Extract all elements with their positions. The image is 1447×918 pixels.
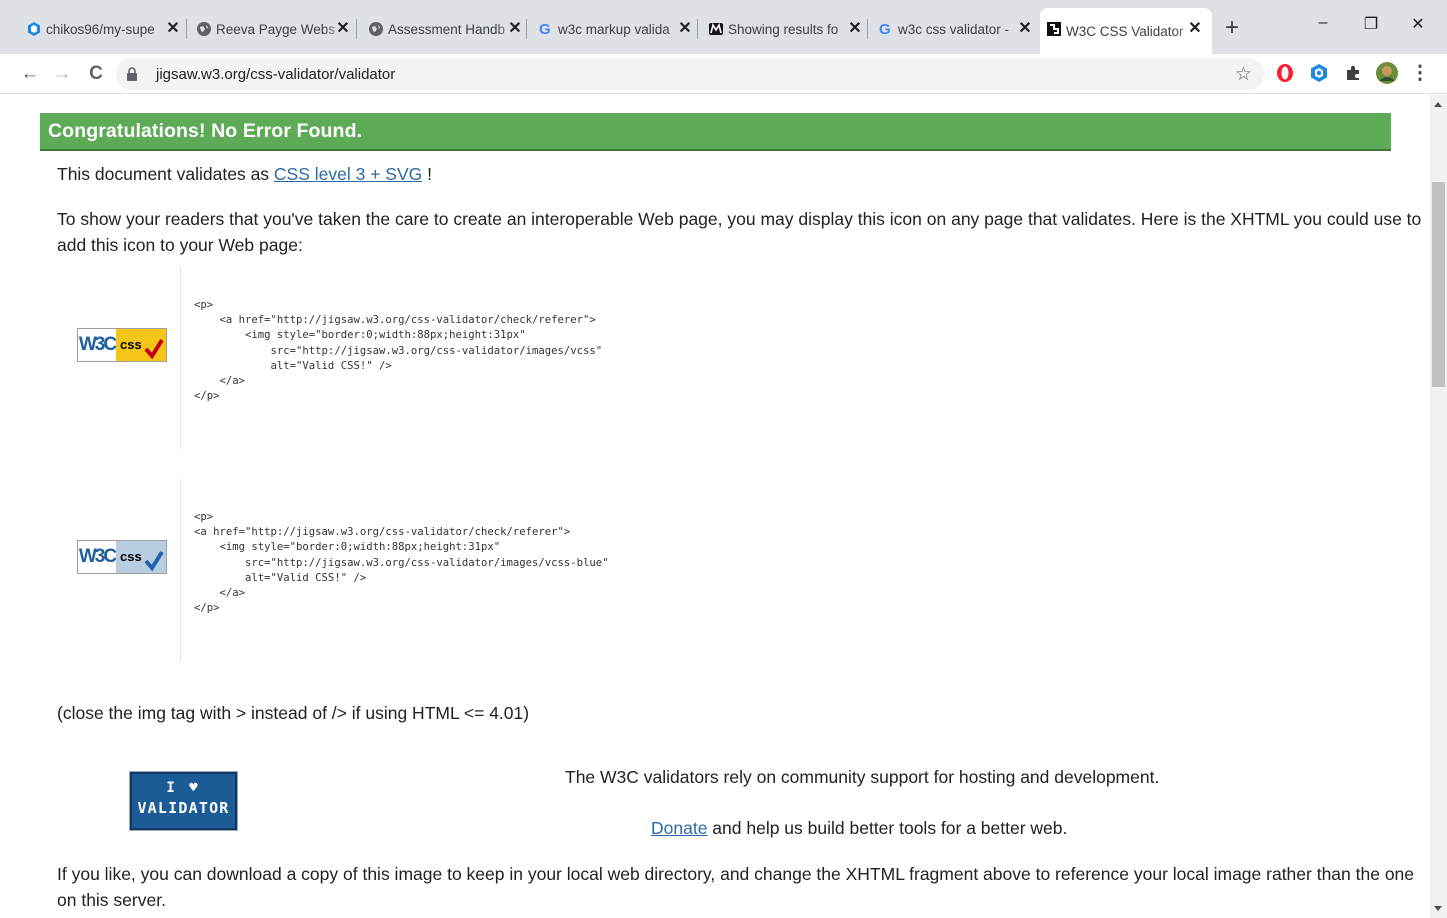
url-text[interactable]: jigsaw.w3.org/css-validator/validator — [156, 66, 395, 83]
css-badge-panel: css — [116, 329, 166, 361]
close-tab-icon[interactable]: ✕ — [846, 20, 864, 38]
bookmark-star-icon[interactable]: ☆ — [1235, 63, 1252, 86]
tab-label: Assessment Handb — [388, 21, 506, 37]
w3c-icon — [1046, 21, 1062, 37]
back-button[interactable]: ← — [18, 62, 42, 86]
tab-separator — [526, 19, 527, 39]
tab-label: w3c css validator - — [898, 21, 1010, 37]
minimize-button[interactable]: – — [1308, 14, 1338, 40]
lock-icon — [126, 67, 138, 81]
iloval-line2: VALIDATOR — [137, 799, 230, 817]
donate-suffix: and help us build better tools for a bet… — [707, 818, 1068, 838]
tab-css-validator-search[interactable]: G w3c css validator - ✕ — [872, 12, 1042, 46]
hex-extension-icon[interactable] — [1308, 62, 1330, 84]
code-block-gold: <p> <a href="http://jigsaw.w3.org/css-va… — [180, 267, 980, 449]
tab-label: chikos96/my-supe — [46, 21, 155, 37]
tab-assessment[interactable]: Assessment Handb ✕ — [362, 12, 532, 46]
new-tab-button[interactable]: + — [1220, 16, 1244, 40]
scrollbar-thumb[interactable] — [1432, 182, 1445, 387]
tab-markup-validator-search[interactable]: G w3c markup valida ✕ — [532, 12, 702, 46]
validates-prefix: This document validates as — [57, 164, 274, 184]
globe-icon — [196, 21, 212, 37]
css-badge-panel: css — [116, 541, 166, 573]
intro-line-2: add this icon to your Web page: — [57, 235, 303, 255]
tab-mdn-results[interactable]: Showing results fo ✕ — [702, 12, 872, 46]
valid-css-badge-gold[interactable]: W3C css — [77, 328, 167, 362]
intro-line-1: To show your readers that you've taken t… — [57, 209, 1422, 229]
tab-label: W3C CSS Validator — [1066, 23, 1184, 39]
tab-label: Showing results fo — [728, 21, 839, 37]
close-tab-icon[interactable]: ✕ — [334, 20, 352, 38]
support-text: The W3C validators rely on community sup… — [565, 767, 1160, 787]
puzzle-icon[interactable] — [1342, 62, 1364, 84]
profile-avatar[interactable] — [1375, 61, 1399, 85]
donate-line: Donate and help us build better tools fo… — [651, 818, 1067, 839]
valid-css-badge-blue[interactable]: W3C css — [77, 540, 167, 574]
code-snippet-blue: <p> <a href="http://jigsaw.w3.org/css-va… — [194, 511, 609, 615]
reload-button[interactable]: C — [84, 62, 108, 86]
tab-separator — [356, 19, 357, 39]
close-window-button[interactable]: ✕ — [1403, 14, 1433, 40]
css-badge-text: css — [120, 337, 142, 352]
tab-separator — [186, 19, 187, 39]
scroll-up-arrow-icon[interactable] — [1434, 102, 1442, 107]
iloval-line1: I ♥ — [166, 780, 201, 796]
blue-checkmark-icon — [144, 550, 164, 571]
validates-suffix: ! — [422, 164, 432, 184]
google-icon: G — [878, 21, 894, 37]
validates-line: This document validates as CSS level 3 +… — [57, 161, 432, 187]
browser-menu-button[interactable]: ⋮ — [1408, 62, 1432, 86]
code-snippet-gold: <p> <a href="http://jigsaw.w3.org/css-va… — [194, 299, 603, 403]
close-tab-icon[interactable]: ✕ — [676, 20, 694, 38]
close-tab-icon[interactable]: ✕ — [1016, 20, 1034, 38]
code-block-blue: <p> <a href="http://jigsaw.w3.org/css-va… — [180, 479, 980, 661]
vertical-scrollbar[interactable] — [1430, 95, 1447, 918]
tab-strip: chikos96/my-supe ✕ Reeva Payge Webs ✕ As… — [0, 0, 1447, 54]
close-tab-icon[interactable]: ✕ — [1186, 20, 1204, 38]
i-love-validator-badge[interactable]: I ♥ VALIDATOR — [129, 771, 238, 831]
browser-toolbar: ← → C jigsaw.w3.org/css-validator/valida… — [0, 54, 1447, 94]
svg-text:G: G — [879, 21, 891, 37]
tab-w3c-css-validator[interactable]: W3C CSS Validator ✕ — [1040, 8, 1212, 54]
tab-reeva[interactable]: Reeva Payge Webs ✕ — [190, 12, 360, 46]
css-badge-text: css — [120, 549, 142, 564]
tab-label: Reeva Payge Webs — [216, 21, 336, 37]
page-viewport: Congratulations! No Error Found. This do… — [0, 95, 1430, 918]
donate-link[interactable]: Donate — [651, 818, 707, 838]
mdn-icon — [708, 21, 724, 37]
github-hexagon-icon — [26, 21, 42, 37]
w3c-logo-text: W3C — [78, 541, 117, 573]
tab-separator — [867, 19, 868, 39]
tab-github[interactable]: chikos96/my-supe ✕ — [20, 12, 190, 46]
scroll-down-arrow-icon[interactable] — [1434, 906, 1442, 911]
svg-text:G: G — [539, 21, 551, 37]
w3c-logo-text: W3C — [78, 329, 117, 361]
address-bar[interactable]: jigsaw.w3.org/css-validator/validator ☆ — [116, 58, 1264, 90]
globe-icon — [368, 21, 384, 37]
download-line-2: on this server. — [57, 890, 166, 910]
download-line-1: If you like, you can download a copy of … — [57, 864, 1415, 884]
success-banner: Congratulations! No Error Found. — [40, 113, 1391, 151]
css-level-link[interactable]: CSS level 3 + SVG — [274, 164, 422, 184]
red-checkmark-icon — [144, 338, 164, 359]
close-tab-icon[interactable]: ✕ — [164, 20, 182, 38]
opera-icon[interactable] — [1274, 62, 1296, 84]
tab-label: w3c markup valida — [558, 21, 670, 37]
restore-button[interactable]: ❐ — [1356, 14, 1386, 40]
close-tab-icon[interactable]: ✕ — [506, 20, 524, 38]
forward-button[interactable]: → — [50, 62, 74, 86]
close-tag-note: (close the img tag with > instead of /> … — [57, 703, 530, 723]
google-icon: G — [538, 21, 554, 37]
tab-separator — [697, 19, 698, 39]
